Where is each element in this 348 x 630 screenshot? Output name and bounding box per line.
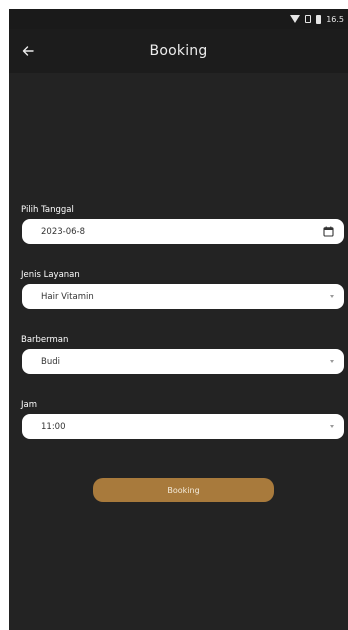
date-label: Pilih Tanggal — [21, 205, 74, 215]
time-dropdown[interactable]: 11:00 — [22, 414, 344, 439]
chevron-down-icon — [330, 360, 334, 363]
chevron-down-icon — [330, 425, 334, 428]
page-title: Booking — [149, 43, 208, 59]
wifi-icon — [290, 15, 301, 23]
back-button[interactable] — [15, 38, 41, 64]
date-value: 2023-06-8 — [41, 226, 85, 237]
service-dropdown[interactable]: Hair Vitamin — [22, 284, 344, 309]
calendar-icon[interactable] — [322, 226, 334, 238]
status-bar: 16.5 — [9, 9, 348, 29]
sim-icon — [305, 15, 312, 23]
time-label: Jam — [21, 400, 37, 410]
date-field[interactable]: 2023-06-8 — [22, 219, 344, 244]
phone-screen: 16.5 Booking Pilih Tanggal 2023-06-8 Jen… — [9, 9, 348, 630]
app-bar: Booking — [9, 29, 348, 73]
service-label: Jenis Layanan — [21, 270, 80, 280]
booking-button[interactable]: Booking — [93, 478, 274, 502]
barberman-dropdown[interactable]: Budi — [22, 349, 344, 374]
time-value: 11:00 — [41, 421, 66, 432]
battery-icon — [316, 14, 322, 24]
arrow-left-icon — [22, 46, 34, 56]
barberman-label: Barberman — [21, 335, 69, 345]
service-value: Hair Vitamin — [41, 291, 94, 302]
chevron-down-icon — [330, 295, 334, 298]
status-time: 16.5 — [326, 14, 344, 24]
barberman-value: Budi — [41, 356, 60, 367]
